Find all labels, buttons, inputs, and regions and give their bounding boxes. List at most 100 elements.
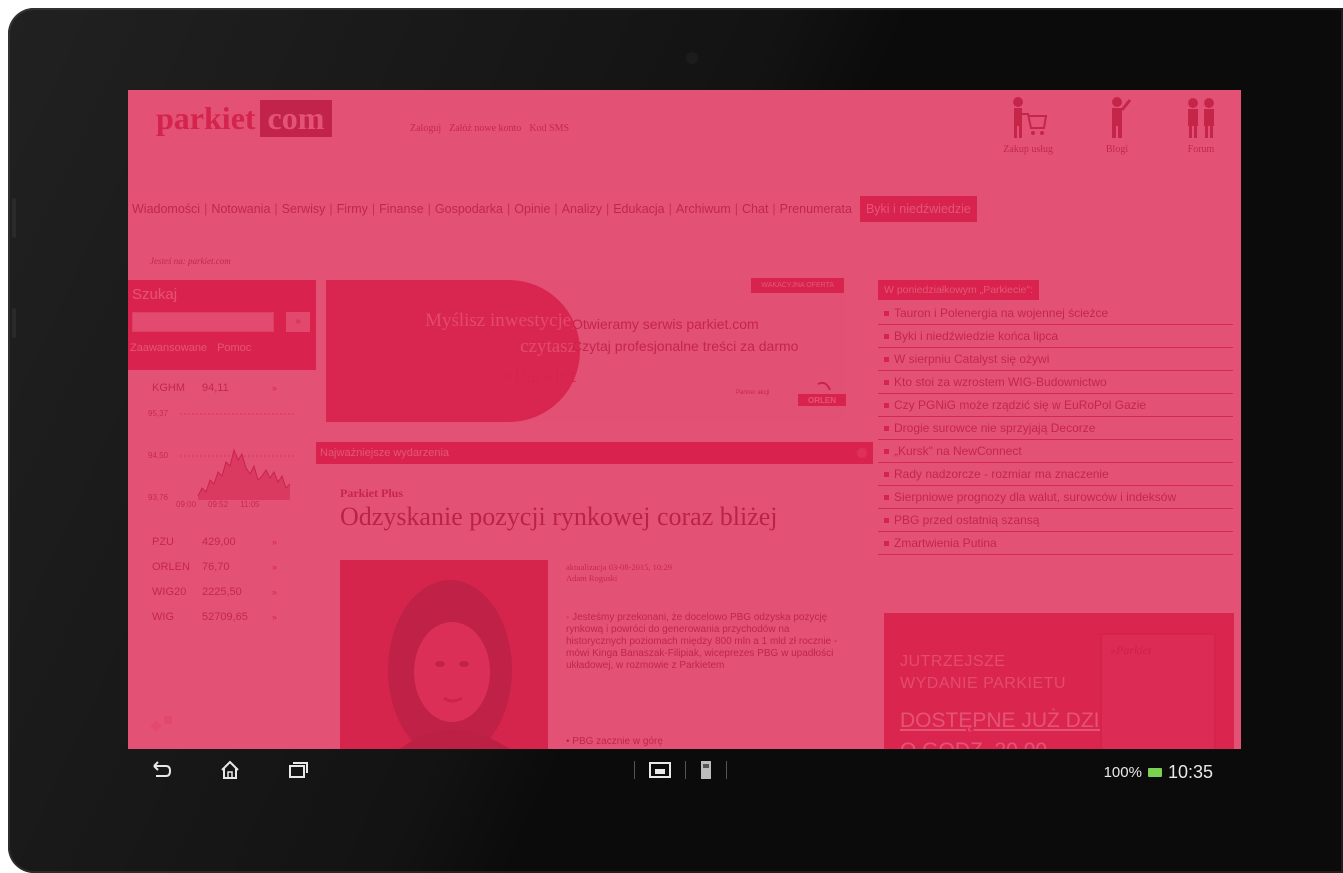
quote-arrow-icon: » xyxy=(272,383,278,393)
sms-code-link[interactable]: Kod SMS xyxy=(529,123,569,134)
quote-row[interactable]: WIG20 2225,50 » xyxy=(152,586,302,598)
recent-apps-icon[interactable] xyxy=(286,758,310,782)
breadcrumb: Jesteś na: parkiet.com xyxy=(150,256,231,266)
nav-item-gospodarka[interactable]: Gospodarka xyxy=(431,202,507,216)
divider xyxy=(634,761,635,779)
parkiet-website: parkiet com Zaloguj Załóż nowe konto Kod… xyxy=(128,90,1241,749)
top-icons: Zakup usług Blogi Forum xyxy=(1003,94,1221,155)
nav-item-notowania[interactable]: Notowania xyxy=(207,202,274,216)
list-item[interactable]: Drogie surowce nie sprzyjają Decorze xyxy=(878,417,1233,440)
advanced-search-link[interactable]: Zaawansowane xyxy=(130,342,207,354)
register-link[interactable]: Załóż nowe konto xyxy=(449,123,521,134)
next-issue-promo[interactable]: JUTRZEJSZE WYDANIE PARKIETU DOSTĘPNE JUŻ… xyxy=(884,613,1234,749)
list-item[interactable]: Sierpniowe prognozy dla walut, surowców … xyxy=(878,486,1233,509)
small-apps-bar xyxy=(634,760,727,780)
nav-item-wiadomosci[interactable]: Wiadomości xyxy=(128,202,204,216)
chart-area xyxy=(198,450,290,500)
nav-item-chat[interactable]: Chat xyxy=(738,202,772,216)
quote-row[interactable]: ORLEN 76,70 » xyxy=(152,561,302,573)
nav-item-serwisy[interactable]: Serwisy xyxy=(278,202,330,216)
shop-services-label: Zakup usług xyxy=(1003,144,1053,155)
promo-line-1: JUTRZEJSZE xyxy=(900,653,1006,670)
quote-row[interactable]: KGHM 94,11 » xyxy=(152,382,302,394)
chart-x-labels: 09:00 09:52 11:05 xyxy=(176,500,260,509)
banner-subline: Czytaj profesjonalne treści za darmo xyxy=(572,338,799,354)
login-link[interactable]: Zaloguj xyxy=(410,123,441,134)
shopping-cart-icon xyxy=(1013,97,1048,138)
blogs-link[interactable]: Blogi xyxy=(1097,94,1137,155)
nav-item-archiwum[interactable]: Archiwum xyxy=(672,202,735,216)
android-navigation-bar: 100% 10:35 xyxy=(128,752,1241,794)
nav-item-analizy[interactable]: Analizy xyxy=(558,202,606,216)
clock: 10:35 xyxy=(1167,762,1213,782)
list-item[interactable]: W sierpniu Catalyst się ożywi xyxy=(878,348,1233,371)
nav-item-edukacja[interactable]: Edukacja xyxy=(609,202,668,216)
shop-services-link[interactable]: Zakup usług xyxy=(1003,94,1053,155)
volume-button xyxy=(12,198,16,238)
magazine-masthead: »Parkiet xyxy=(1110,643,1152,657)
list-item[interactable]: Zmartwienia Putina xyxy=(878,532,1233,555)
orlen-logo-icon: ORLEN xyxy=(798,381,846,406)
list-item[interactable]: PBG przed ostatnią szansą xyxy=(878,509,1233,532)
list-item[interactable]: Kto stoi za wzrostem WIG-Budownictwo xyxy=(878,371,1233,394)
list-item[interactable]: „Kursk" na NewConnect xyxy=(878,440,1233,463)
chart-y-label-bottom: 93,76 xyxy=(148,493,169,502)
site-logo[interactable]: parkiet com xyxy=(152,100,333,137)
quote-arrow-icon: » xyxy=(272,562,278,572)
promo-banner[interactable]: Myślisz inwestycje, czytasz »Parkiet WAK… xyxy=(326,278,846,422)
main-navigation: Wiadomości | Notowania | Serwisy | Firmy | F… xyxy=(128,195,1241,223)
banner-line-3: »Parkiet xyxy=(502,362,576,387)
chart-y-label-mid: 94,50 xyxy=(148,451,169,460)
list-item[interactable]: Byki i niedźwiedzie końca lipca xyxy=(878,325,1233,348)
logo-text-left: parkiet xyxy=(156,100,256,136)
nav-item-finanse[interactable]: Finanse xyxy=(375,202,427,216)
quote-value: 76,70 xyxy=(202,561,230,573)
quote-name: ORLEN xyxy=(152,561,190,573)
article-author: Adam Roguski xyxy=(566,573,618,583)
close-icon[interactable] xyxy=(857,448,867,458)
remote-control-icon[interactable] xyxy=(700,760,712,780)
article-lead: - Jesteśmy przekonani, że docelowo PBG o… xyxy=(566,612,838,671)
issue-contents-header: W poniedziałkowym „Parkiecie": xyxy=(878,280,1040,300)
quote-value: 429,00 xyxy=(202,536,236,548)
divider xyxy=(685,761,686,779)
back-icon[interactable] xyxy=(148,758,172,782)
account-links: Zaloguj Załóż nowe konto Kod SMS xyxy=(410,123,569,134)
article-photo[interactable] xyxy=(340,560,548,749)
banner-headline: Otwieramy serwis parkiet.com xyxy=(572,316,759,332)
chart-x-label: 09:52 xyxy=(208,500,229,509)
blogs-label: Blogi xyxy=(1105,144,1129,155)
quote-arrow-icon: » xyxy=(272,587,278,597)
front-camera xyxy=(686,52,698,64)
list-item[interactable]: Tauron i Polenergia na wojennej ścieżce xyxy=(878,302,1233,325)
search-button[interactable]: » xyxy=(286,312,310,332)
main-column: Myślisz inwestycje, czytasz »Parkiet WAK… xyxy=(316,278,873,749)
promo-line-2: WYDANIE PARKIETU xyxy=(900,675,1066,692)
nav-item-prenumerata[interactable]: Prenumerata xyxy=(776,202,856,216)
related-link[interactable]: • PBG zacznie w górę xyxy=(566,736,663,747)
nav-item-byki-i-niedzwiedzie[interactable]: Byki i niedźwiedzie xyxy=(859,196,977,222)
forum-link[interactable]: Forum xyxy=(1181,94,1221,155)
intraday-chart: 95,37 94,50 93,76 xyxy=(148,409,295,502)
forum-icon xyxy=(1188,98,1214,138)
search-links: Zaawansowane Pomoc xyxy=(130,342,251,354)
banner-line-2: czytasz xyxy=(520,336,576,357)
quote-row[interactable]: PZU 429,00 » xyxy=(152,536,302,548)
help-link[interactable]: Pomoc xyxy=(217,342,251,354)
nav-item-opinie[interactable]: Opinie xyxy=(510,202,554,216)
search-input[interactable] xyxy=(132,312,274,332)
home-icon[interactable] xyxy=(218,758,242,782)
nav-item-firmy[interactable]: Firmy xyxy=(333,202,372,216)
article-headline[interactable]: Odzyskanie pozycji rynkowej coraz bliżej xyxy=(340,502,778,532)
divider xyxy=(726,761,727,779)
quote-row[interactable]: WIG 52709,65 » xyxy=(152,611,302,623)
small-app-window-icon[interactable] xyxy=(649,761,671,779)
top-events-title: Najważniejsze wydarzenia xyxy=(320,447,450,459)
search-box: Szukaj » Zaawansowane Pomoc xyxy=(128,280,316,370)
list-item[interactable]: Czy PGNiG może rządzić się w EuRoPol Gaz… xyxy=(878,394,1233,417)
forum-label: Forum xyxy=(1187,144,1215,155)
blog-icon xyxy=(1112,97,1132,138)
quote-value: 52709,65 xyxy=(202,611,248,623)
article-meta: aktualizacja 03-08-2015, 10:29 Adam Rogu… xyxy=(566,562,672,584)
list-item[interactable]: Rady nadzorcze - rozmiar ma znaczenie xyxy=(878,463,1233,486)
